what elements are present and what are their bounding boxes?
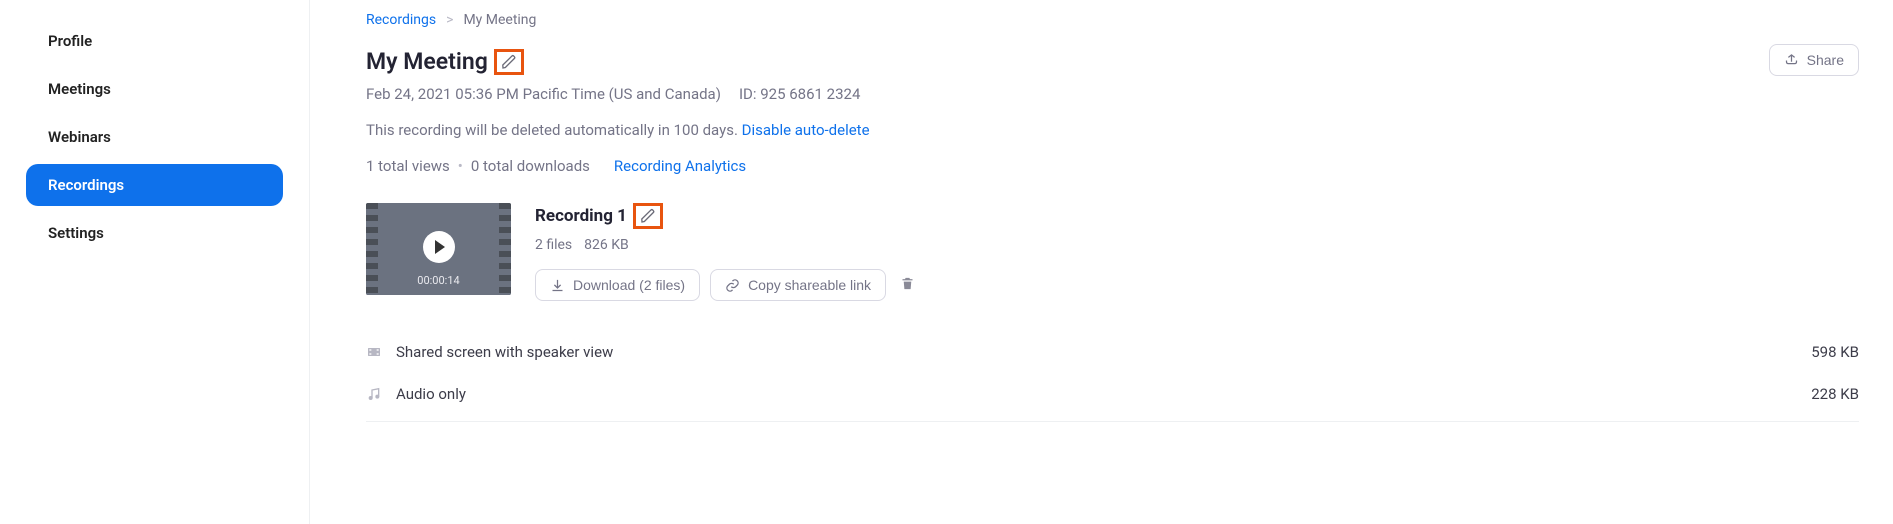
file-name: Audio only — [396, 385, 466, 403]
pencil-icon — [640, 208, 656, 224]
file-list: Shared screen with speaker view 598 KB A… — [366, 331, 1859, 415]
breadcrumb-current: My Meeting — [463, 12, 536, 28]
breadcrumb-root[interactable]: Recordings — [366, 12, 436, 28]
page-title: My Meeting — [366, 48, 488, 75]
sidebar-item-profile[interactable]: Profile — [26, 20, 283, 62]
recording-file-count: 2 files — [535, 237, 572, 253]
trash-icon — [900, 276, 915, 291]
recording-duration: 00:00:14 — [366, 274, 511, 287]
file-row[interactable]: Audio only 228 KB — [366, 373, 1859, 415]
sidebar-item-meetings[interactable]: Meetings — [26, 68, 283, 110]
divider — [366, 421, 1859, 422]
sidebar-item-webinars[interactable]: Webinars — [26, 116, 283, 158]
delete-button[interactable] — [900, 276, 915, 295]
sidebar-item-settings[interactable]: Settings — [26, 212, 283, 254]
sidebar: Profile Meetings Webinars Recordings Set… — [0, 0, 310, 524]
main-content: Share Recordings > My Meeting My Meeting… — [310, 0, 1893, 524]
total-views: 1 total views — [366, 157, 450, 175]
share-icon — [1784, 53, 1799, 68]
total-downloads: 0 total downloads — [471, 157, 590, 175]
share-button[interactable]: Share — [1769, 44, 1859, 76]
recording-title: Recording 1 — [535, 206, 627, 226]
copy-link-label: Copy shareable link — [748, 277, 871, 293]
chevron-right-icon: > — [446, 12, 453, 28]
share-label: Share — [1807, 52, 1844, 68]
link-icon — [725, 278, 740, 293]
recording-thumbnail[interactable]: 00:00:14 — [366, 203, 511, 295]
file-row[interactable]: Shared screen with speaker view 598 KB — [366, 331, 1859, 373]
auto-delete-msg: This recording will be deleted automatic… — [366, 121, 738, 139]
download-button[interactable]: Download (2 files) — [535, 269, 700, 301]
file-name: Shared screen with speaker view — [396, 343, 613, 361]
pencil-icon — [501, 54, 517, 70]
file-size: 228 KB — [1811, 385, 1859, 403]
play-icon — [423, 231, 455, 263]
breadcrumb: Recordings > My Meeting — [366, 12, 1859, 28]
disable-auto-delete-link[interactable]: Disable auto-delete — [742, 121, 870, 139]
meeting-datetime: Feb 24, 2021 05:36 PM Pacific Time (US a… — [366, 85, 721, 103]
recording-analytics-link[interactable]: Recording Analytics — [614, 157, 746, 175]
edit-recording-title-button[interactable] — [633, 203, 663, 229]
recording-total-size: 826 KB — [584, 237, 629, 253]
download-label: Download (2 files) — [573, 277, 685, 293]
separator-dot: • — [458, 157, 463, 175]
audio-icon — [366, 386, 382, 402]
download-icon — [550, 278, 565, 293]
edit-title-button[interactable] — [494, 49, 524, 75]
file-size: 598 KB — [1811, 343, 1859, 361]
copy-link-button[interactable]: Copy shareable link — [710, 269, 886, 301]
sidebar-item-recordings[interactable]: Recordings — [26, 164, 283, 206]
meeting-id: ID: 925 6861 2324 — [739, 85, 860, 103]
video-icon — [366, 344, 382, 360]
